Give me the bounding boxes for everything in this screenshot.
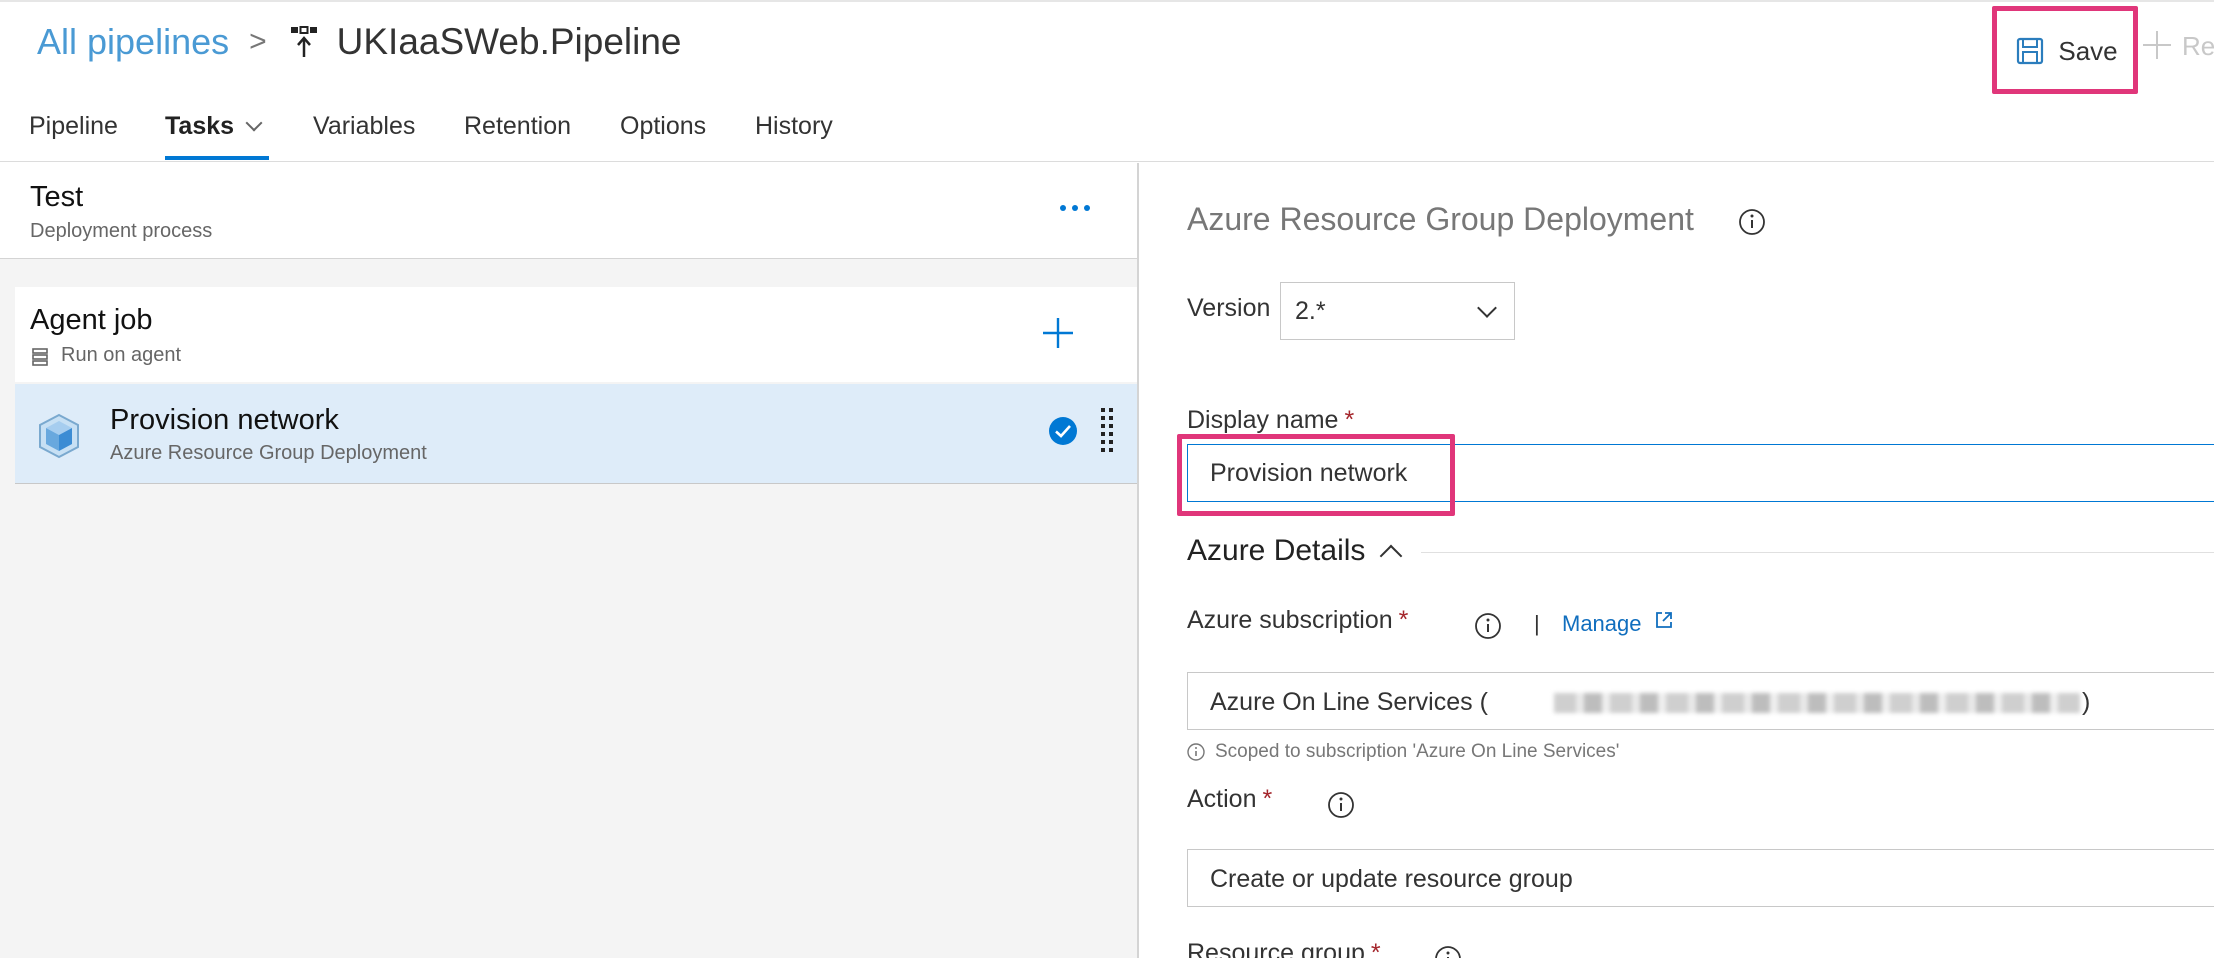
manage-link[interactable]: Manage	[1562, 611, 1642, 637]
subscription-scope-hint: Scoped to subscription 'Azure On Line Se…	[1187, 741, 1619, 763]
azure-subscription-value-close: )	[2082, 688, 2091, 716]
azure-details-section-toggle[interactable]: Azure Details	[1187, 531, 1403, 571]
info-icon[interactable]	[1474, 612, 1502, 640]
chevron-down-icon	[1477, 298, 1497, 318]
task-type: Azure Resource Group Deployment	[110, 442, 427, 464]
tab-options[interactable]: Options	[620, 112, 706, 141]
chevron-up-icon	[1380, 544, 1403, 568]
save-icon	[2017, 37, 2044, 65]
tab-tasks-label: Tasks	[165, 112, 235, 140]
action-value: Create or update resource group	[1210, 865, 1573, 893]
breadcrumb-separator: >	[249, 25, 267, 58]
release-plus-icon[interactable]	[2140, 28, 2174, 62]
resource-group-cube-icon	[39, 413, 79, 459]
top-border	[0, 0, 2214, 2]
drag-handle-icon[interactable]	[1099, 406, 1115, 458]
stage-subtitle: Deployment process	[30, 220, 213, 242]
version-value: 2.*	[1295, 297, 1326, 325]
tab-tasks[interactable]: Tasks	[165, 112, 263, 141]
azure-subscription-select[interactable]: Azure On Line Services ( )	[1187, 672, 2214, 730]
version-select[interactable]: 2.*	[1280, 282, 1515, 340]
external-link-icon[interactable]	[1655, 611, 1673, 629]
task-name: Provision network	[110, 404, 339, 436]
stage-header[interactable]: Test Deployment process	[0, 163, 1137, 259]
chevron-down-icon	[245, 114, 263, 132]
separator: |	[1534, 611, 1540, 636]
breadcrumb: All pipelines > UKIaaSWeb.Pipeline	[37, 14, 682, 70]
redacted-subscription-id	[1554, 693, 2080, 713]
save-button[interactable]: Save	[1998, 12, 2136, 90]
agent-job[interactable]: Agent job Run on agent	[15, 287, 1137, 382]
tab-variables[interactable]: Variables	[313, 112, 415, 141]
section-divider	[1421, 552, 2214, 553]
active-tab-indicator	[165, 156, 269, 160]
azure-details-heading: Azure Details	[1187, 534, 1366, 567]
tab-pipeline[interactable]: Pipeline	[29, 112, 118, 141]
display-name-label: Display name *	[1187, 406, 1354, 435]
info-icon[interactable]	[1327, 791, 1355, 819]
subscription-hint-text: Scoped to subscription 'Azure On Line Se…	[1215, 741, 1620, 762]
action-label: Action *	[1187, 785, 1272, 814]
required-marker: *	[1344, 406, 1355, 434]
info-icon[interactable]	[1738, 208, 1766, 236]
required-marker: *	[1370, 939, 1381, 958]
tab-history[interactable]: History	[755, 112, 833, 141]
version-label: Version	[1187, 294, 1271, 322]
azure-subscription-label-text: Azure subscription	[1187, 606, 1393, 634]
display-name-input[interactable]	[1187, 444, 2214, 502]
tab-retention[interactable]: Retention	[464, 112, 571, 141]
info-icon	[1187, 743, 1205, 761]
required-marker: *	[1262, 785, 1273, 813]
add-task-icon[interactable]	[1040, 315, 1076, 351]
task-detail-panel: Azure Resource Group Deployment Version …	[1141, 163, 2214, 958]
release-button-label[interactable]: Re	[2182, 31, 2214, 62]
display-name-label-text: Display name	[1187, 406, 1339, 434]
action-label-text: Action	[1187, 785, 1257, 813]
page-title: UKIaaSWeb.Pipeline	[336, 21, 682, 62]
tab-bar: Pipeline Tasks Variables Retention Optio…	[0, 100, 2214, 162]
task-item-provision-network[interactable]: Provision network Azure Resource Group D…	[15, 384, 1137, 484]
more-options-icon[interactable]	[1060, 201, 1090, 215]
required-marker: *	[1398, 606, 1409, 634]
agent-job-subtitle: Run on agent	[61, 344, 182, 366]
stage-name: Test	[30, 181, 84, 213]
release-pipeline-icon	[290, 26, 317, 57]
agent-job-name: Agent job	[30, 304, 153, 336]
action-select[interactable]: Create or update resource group	[1187, 849, 2214, 907]
task-detail-title: Azure Resource Group Deployment	[1187, 201, 1694, 237]
resource-group-label: Resource group *	[1187, 939, 1381, 958]
info-icon[interactable]	[1434, 945, 1462, 958]
azure-subscription-value: Azure On Line Services (	[1210, 688, 1488, 716]
save-label: Save	[2058, 35, 2118, 66]
azure-subscription-label: Azure subscription *	[1187, 606, 1408, 635]
enabled-check-icon[interactable]	[1048, 416, 1078, 446]
task-list-panel: Test Deployment process Agent job Run on…	[0, 163, 1139, 958]
server-icon	[32, 348, 48, 366]
all-pipelines-link[interactable]: All pipelines	[37, 21, 229, 63]
resource-group-label-text: Resource group	[1187, 939, 1365, 958]
